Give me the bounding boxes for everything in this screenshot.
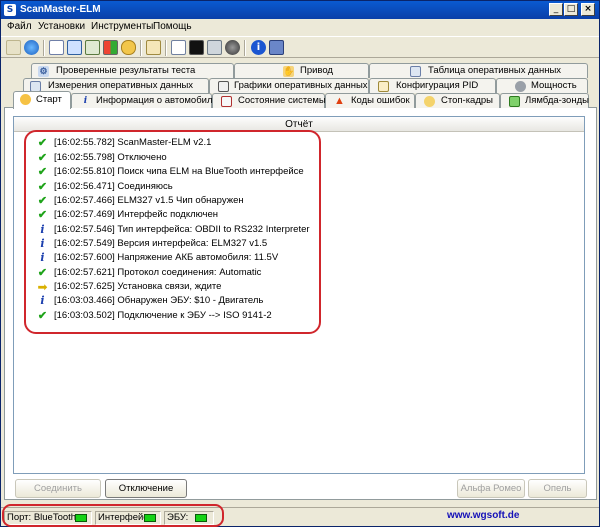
tab-label: Таблица оперативных данных xyxy=(428,65,562,76)
tab-label: Графики оперативных данных xyxy=(234,80,368,91)
graph-icon xyxy=(218,81,229,92)
tab-label: Старт xyxy=(36,94,62,105)
config-icon xyxy=(378,81,389,92)
gear-check-icon: ⚙ xyxy=(38,66,49,77)
tab-label: Коды ошибок xyxy=(351,95,410,106)
color-icon[interactable] xyxy=(103,40,118,55)
tab-label: Конфигурация PID xyxy=(396,80,479,91)
clipboard-icon[interactable] xyxy=(146,40,161,55)
toolbar: i xyxy=(1,36,599,58)
log-highlight-outline xyxy=(24,130,321,334)
tab-error-codes[interactable]: ▲ Коды ошибок xyxy=(325,93,415,108)
tab-label: Привод xyxy=(300,65,333,76)
tab-label: Мощность xyxy=(531,80,577,91)
globe-icon[interactable] xyxy=(24,40,39,55)
disconnect-button[interactable]: Отключение xyxy=(105,479,187,498)
toolbar-separator xyxy=(165,40,167,56)
tab-lambda-sensors[interactable]: Лямбда-зонды xyxy=(500,93,589,108)
menu-bar: Файл Установки Инструменты Помощь xyxy=(1,19,599,35)
tab-verified-test-results[interactable]: ⚙ Проверенные результаты теста xyxy=(31,63,234,78)
freeze-frame-icon xyxy=(424,96,435,107)
tab-system-state[interactable]: Состояние системы xyxy=(212,93,326,108)
app-window: S ScanMaster-ELM _ □ × Файл Установки Ин… xyxy=(0,0,600,527)
tab-label: Стоп-кадры xyxy=(441,95,493,106)
title-bar[interactable]: S ScanMaster-ELM _ □ × xyxy=(1,1,599,19)
menu-help[interactable]: Помощь xyxy=(153,21,192,32)
tab-vehicle-info[interactable]: i Информация о автомобиле xyxy=(71,93,218,108)
toolbar-separator xyxy=(140,40,142,56)
tab-label: Проверенные результаты теста xyxy=(56,65,196,76)
tab-label: Измерения оперативных данных xyxy=(48,80,194,91)
power-icon xyxy=(515,81,526,92)
tab-pid-config[interactable]: Конфигурация PID xyxy=(369,78,496,93)
lambda-icon xyxy=(509,96,520,107)
minimize-button[interactable]: _ xyxy=(549,3,563,16)
opel-button[interactable]: Опель xyxy=(528,479,587,498)
menu-settings[interactable]: Установки xyxy=(38,21,85,32)
alfa-romeo-button[interactable]: Альфа Ромео xyxy=(457,479,525,498)
app-icon: S xyxy=(4,4,16,16)
maximize-button[interactable]: □ xyxy=(564,3,578,16)
tab-start[interactable]: Старт xyxy=(13,91,71,109)
close-button[interactable]: × xyxy=(581,3,595,16)
toolbar-separator xyxy=(244,40,246,56)
toolbar-separator xyxy=(43,40,45,56)
website-link[interactable]: www.wgsoft.de xyxy=(447,510,519,521)
document-icon[interactable] xyxy=(49,40,64,55)
monitor-icon[interactable] xyxy=(207,40,222,55)
about-info-icon[interactable]: i xyxy=(251,40,266,55)
tab-live-data-graphs[interactable]: Графики оперативных данных xyxy=(209,78,369,93)
tab-live-data-table[interactable]: Таблица оперативных данных xyxy=(369,63,588,78)
warning-icon: ▲ xyxy=(334,95,345,107)
info-icon: i xyxy=(83,96,88,106)
tab-label: Лямбда-зонды xyxy=(525,95,589,106)
window-title: ScanMaster-ELM xyxy=(20,4,101,15)
person-icon[interactable] xyxy=(121,40,136,55)
table-icon xyxy=(410,66,421,77)
tab-freeze-frames[interactable]: Стоп-кадры xyxy=(415,93,500,108)
disc-icon[interactable] xyxy=(225,40,240,55)
chart-icon[interactable] xyxy=(85,40,100,55)
tab-power[interactable]: Мощность xyxy=(496,78,588,93)
tab-label: Информация о автомобиле xyxy=(96,95,218,106)
tab-label: Состояние системы xyxy=(238,95,326,106)
terminal-icon[interactable] xyxy=(189,40,204,55)
system-state-icon xyxy=(221,96,232,107)
exit-door-icon[interactable] xyxy=(269,40,284,55)
grid-icon[interactable] xyxy=(67,40,82,55)
menu-file[interactable]: Файл xyxy=(7,21,32,32)
hand-icon: ✋ xyxy=(283,66,295,77)
connect-button[interactable]: Соединить xyxy=(15,479,101,498)
start-icon xyxy=(20,94,31,105)
tab-actuator[interactable]: ✋ Привод xyxy=(234,63,369,78)
wrench-icon[interactable] xyxy=(6,40,21,55)
menu-tools[interactable]: Инструменты xyxy=(91,21,153,32)
chat-icon[interactable] xyxy=(171,40,186,55)
status-highlight-outline xyxy=(2,504,224,527)
